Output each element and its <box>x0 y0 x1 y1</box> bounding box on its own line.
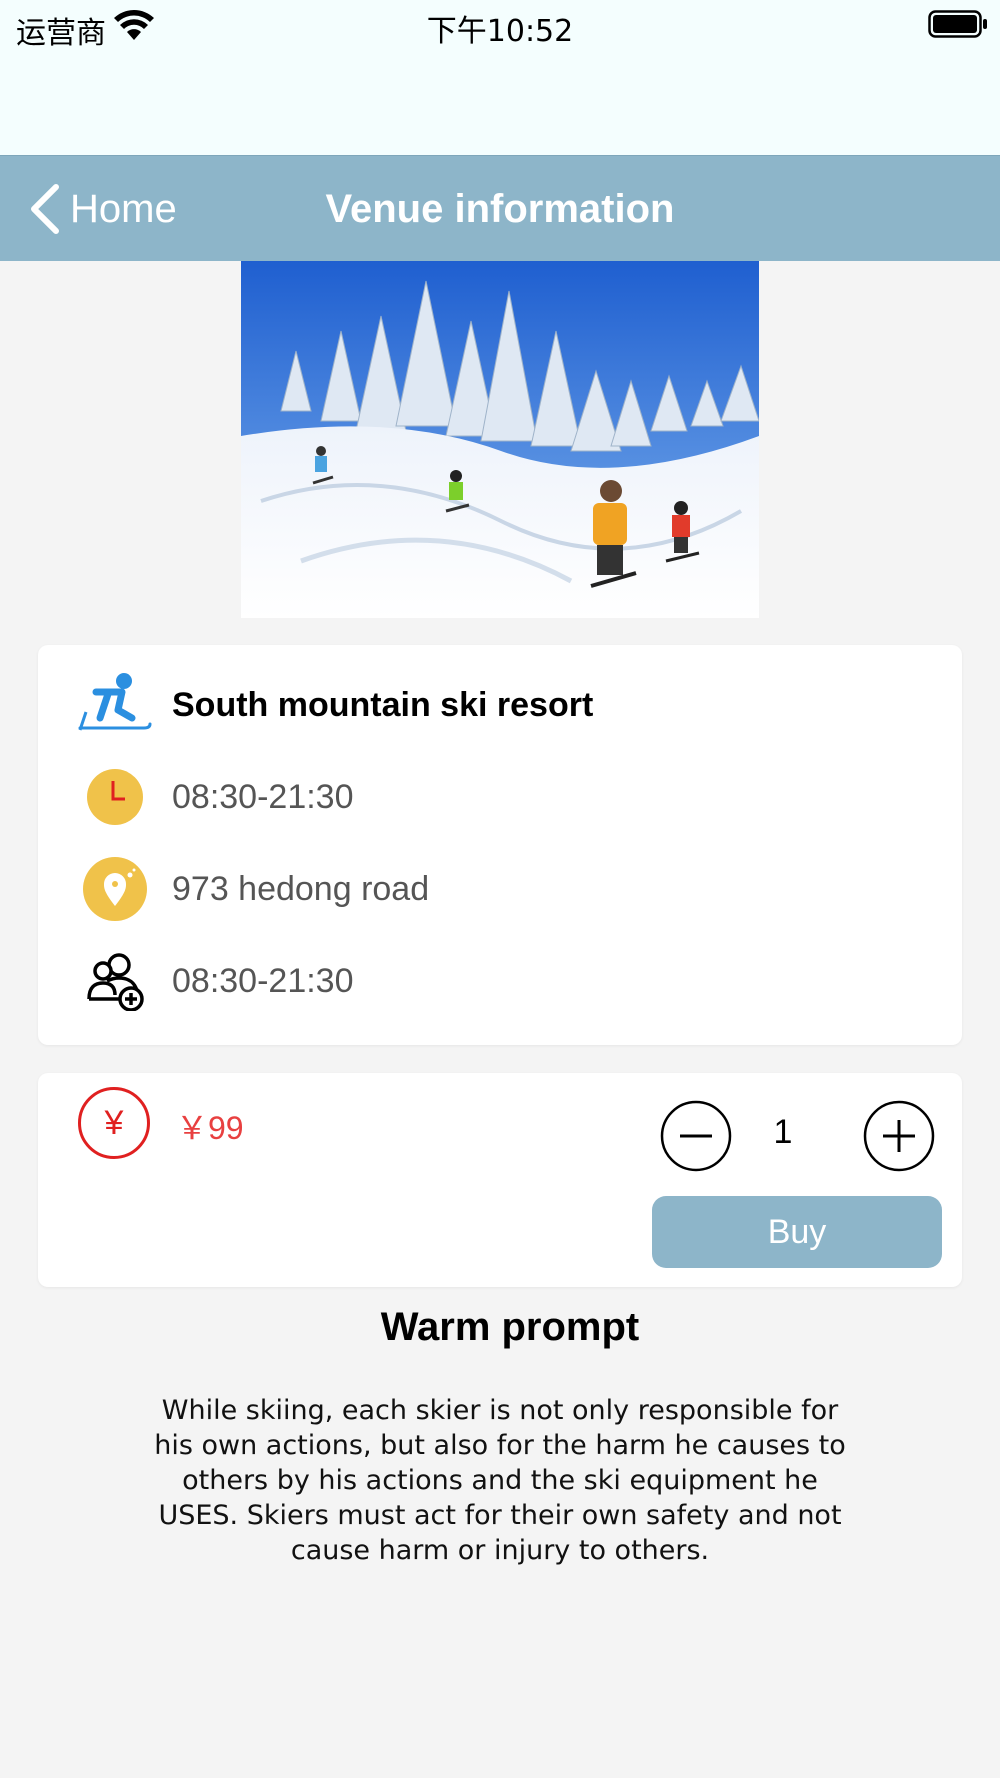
venue-address: 973 hedong road <box>172 869 430 908</box>
navigation-bar: Home Venue information <box>0 155 1000 261</box>
buy-button[interactable]: Buy <box>652 1196 942 1268</box>
quantity-value: 1 <box>773 1113 793 1151</box>
add-user-icon <box>78 948 152 1014</box>
increase-quantity-button[interactable] <box>863 1100 935 1172</box>
opening-hours: 08:30-21:30 <box>172 777 354 816</box>
purchase-card: ¥ ￥99 1 Buy <box>38 1073 962 1287</box>
battery-icon <box>928 10 987 38</box>
currency-symbol: ¥ <box>104 1103 124 1142</box>
yen-icon: ¥ <box>78 1087 150 1159</box>
venue-name-row: South mountain ski resort <box>38 672 962 738</box>
prompt-title: Warm prompt <box>380 1305 640 1349</box>
address-row: 973 hedong road <box>38 856 962 922</box>
status-bar: 运营商 下午10:52 <box>0 0 1000 155</box>
location-pin-icon <box>78 856 152 922</box>
page-title: Venue information <box>325 187 675 231</box>
opening-hours-row: 08:30-21:30 <box>38 764 962 830</box>
clock-icon <box>78 764 152 830</box>
skiers-on-snowy-slope-image <box>241 261 759 618</box>
decrease-quantity-button[interactable] <box>660 1100 732 1172</box>
ticket-price: ￥99 <box>176 1110 244 1146</box>
capacity-row: 08:30-21:30 <box>38 948 962 1014</box>
prompt-body: While skiing, each skier is not only res… <box>154 1395 846 1566</box>
skier-icon <box>78 672 152 738</box>
venue-photo <box>241 261 759 618</box>
capacity-hours: 08:30-21:30 <box>172 961 354 1000</box>
venue-info-card: South mountain ski resort 08:30-21:30 97… <box>38 645 962 1045</box>
status-time: 下午10:52 <box>426 14 574 49</box>
venue-name: South mountain ski resort <box>172 685 594 724</box>
